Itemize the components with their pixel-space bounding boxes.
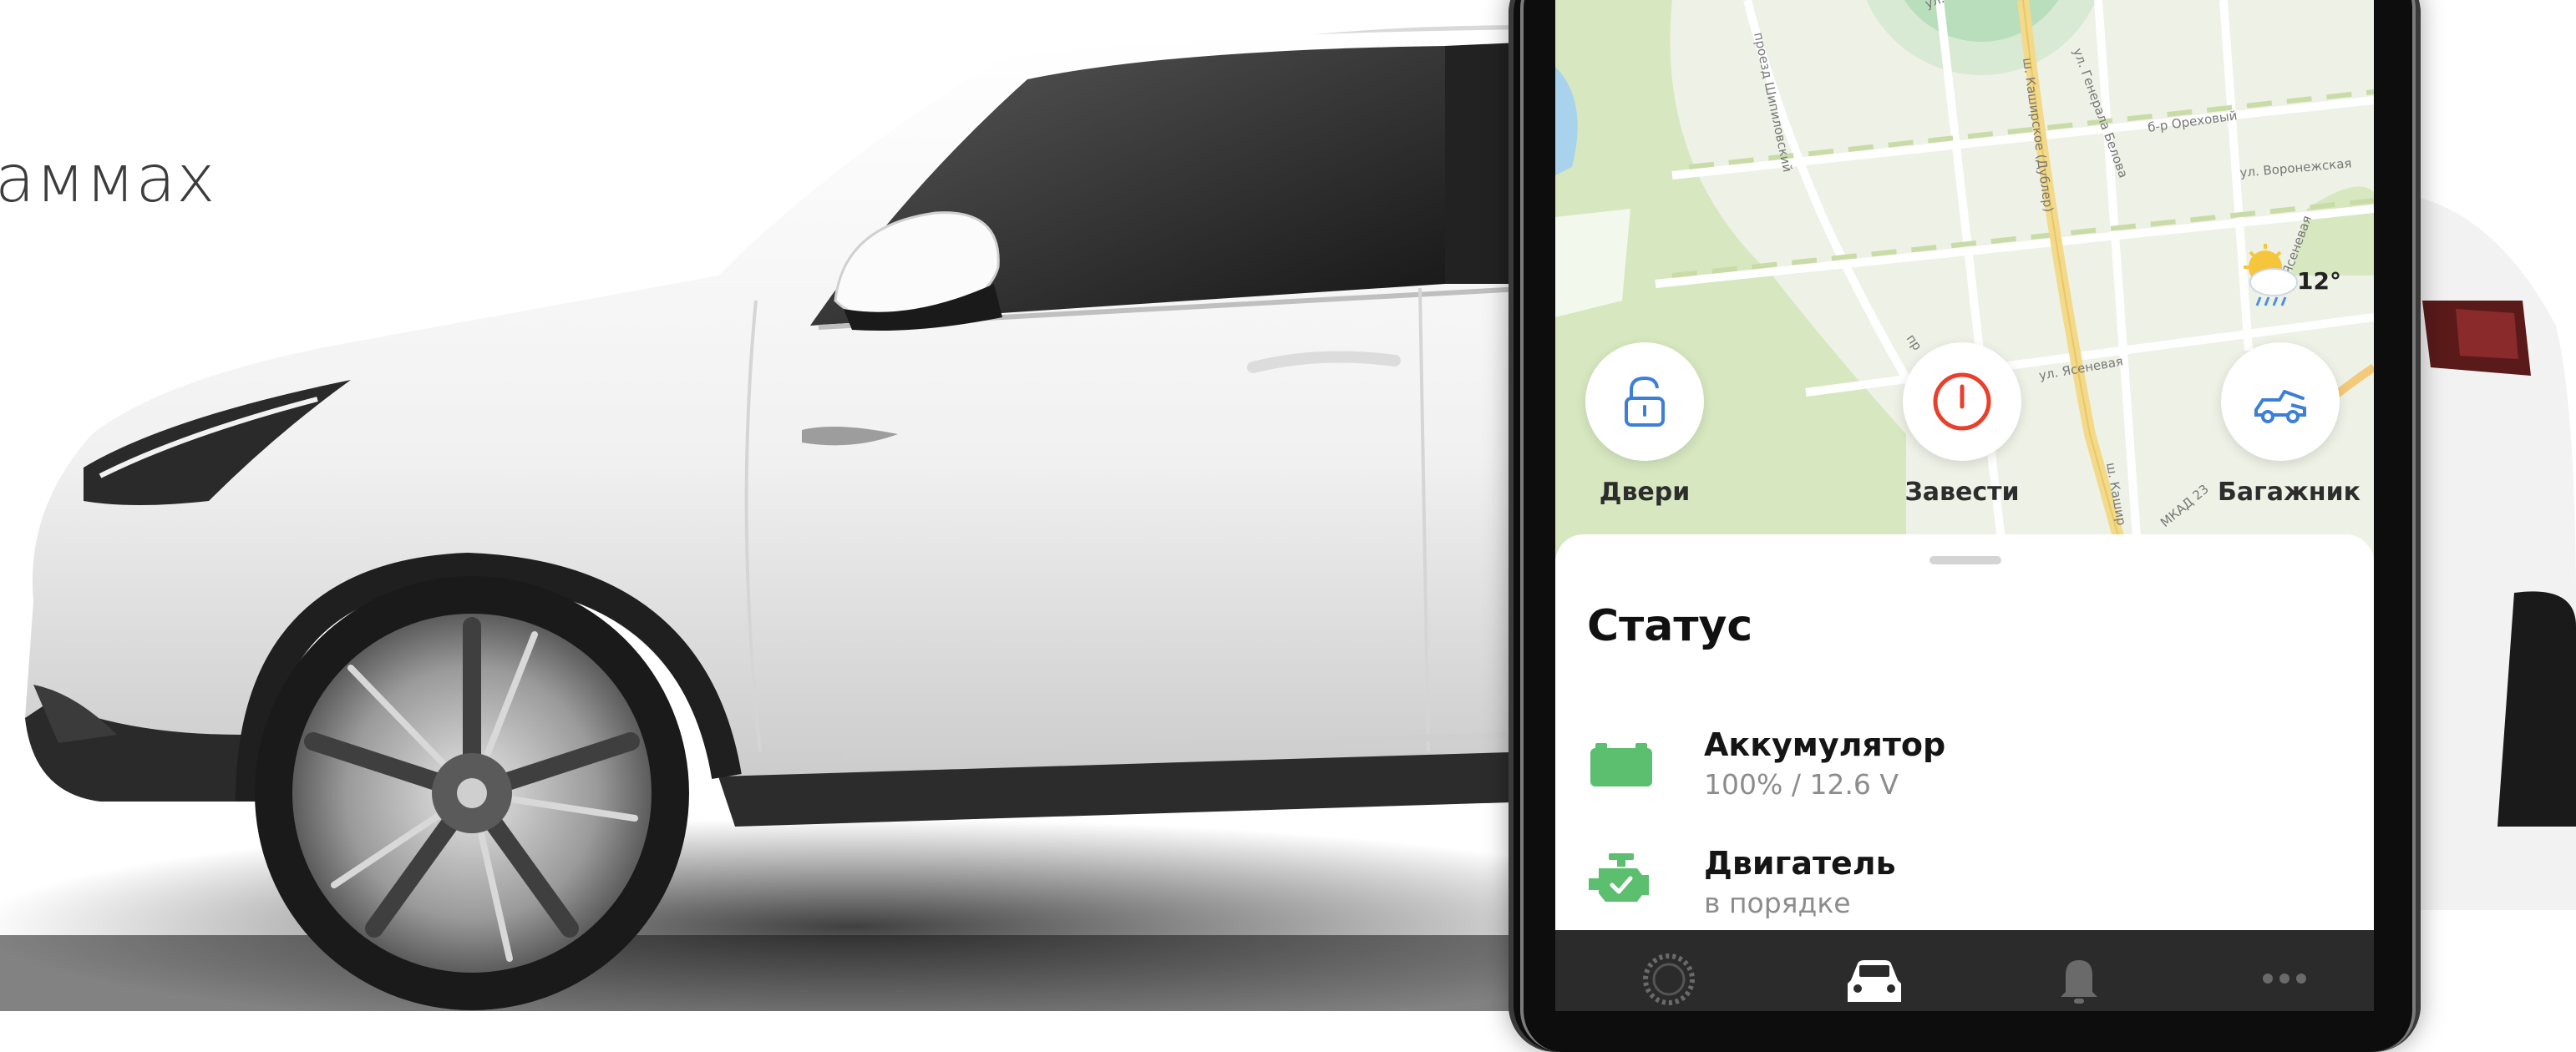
- start-action[interactable]: Завести: [1899, 342, 2025, 507]
- status-title: Статус: [1587, 601, 1753, 651]
- doors-action[interactable]: Двери: [1582, 342, 1707, 507]
- phone-screen: проезд Шипиловский ш. Каширское (Дублер)…: [1555, 0, 2374, 1011]
- tab-notifications[interactable]: [2041, 950, 2117, 1009]
- trunk-button[interactable]: [2221, 342, 2340, 461]
- engine-icon: [1589, 853, 1649, 902]
- tab-car[interactable]: [1837, 950, 1912, 1009]
- engine-value: в порядке: [1704, 887, 1851, 919]
- tab-bar: [1555, 930, 2374, 1011]
- unlock-icon: [1625, 376, 1665, 427]
- tab-dial[interactable]: [1631, 950, 1706, 1009]
- trunk-action[interactable]: Багажник: [2218, 342, 2360, 507]
- weather-temperature: 12°: [2297, 267, 2341, 295]
- tab-more[interactable]: [2247, 950, 2322, 1009]
- status-item-engine[interactable]: Двигатель в порядке: [1587, 832, 2339, 923]
- car-icon: [1848, 960, 1901, 1002]
- start-label: Завести: [1904, 478, 2020, 507]
- dial-icon: [1643, 953, 1695, 1005]
- status-item-battery[interactable]: Аккумулятор 100% / 12.6 V: [1587, 713, 2339, 805]
- car-image: [0, 25, 1537, 1011]
- sheet-drag-handle[interactable]: [1929, 556, 2001, 564]
- car-trunk-icon: [2254, 390, 2306, 423]
- battery-name: Аккумулятор: [1704, 726, 1946, 763]
- status-sheet[interactable]: Статус Аккумулятор 100% / 12.6 V Двигате…: [1555, 534, 2374, 935]
- bell-icon: [2061, 960, 2097, 1004]
- doors-button[interactable]: [1585, 342, 1704, 461]
- trunk-label: Багажник: [2218, 478, 2360, 507]
- battery-value: 100% / 12.6 V: [1704, 768, 1899, 801]
- engine-name: Двигатель: [1704, 845, 1896, 882]
- battery-icon: [1590, 743, 1652, 786]
- power-icon: [1933, 372, 1991, 431]
- doors-label: Двери: [1599, 478, 1691, 507]
- start-button[interactable]: [1903, 342, 2021, 461]
- more-icon: [2263, 974, 2306, 984]
